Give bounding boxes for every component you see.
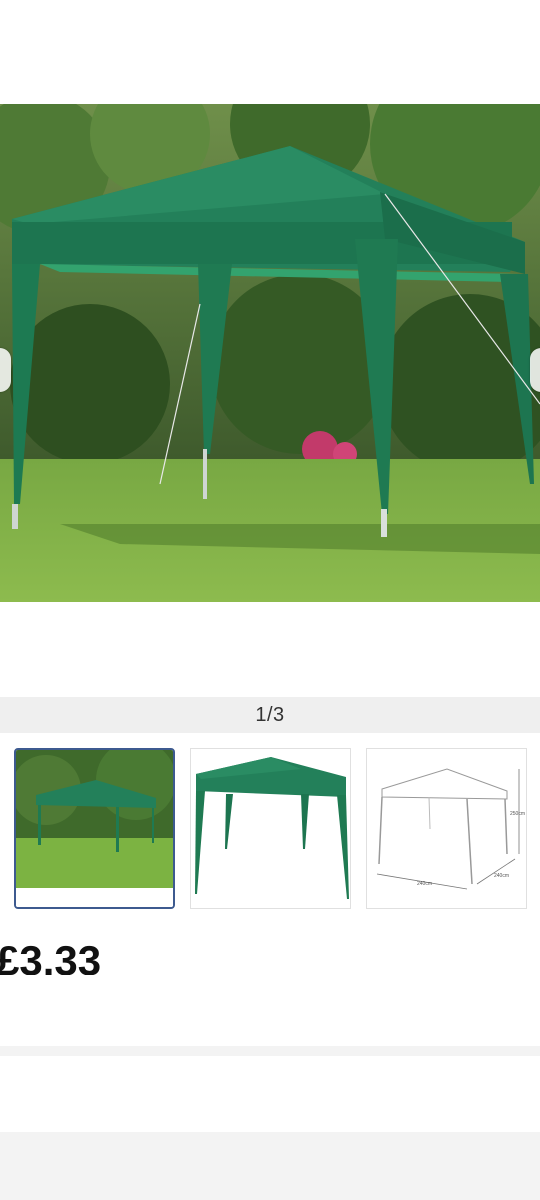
product-main-image[interactable] [0, 104, 540, 602]
thumbnail-strip: 240cm 240cm 250cm [0, 748, 540, 913]
image-counter-bar: 1/3 [0, 697, 540, 733]
image-counter: 1/3 [255, 703, 285, 726]
dimension-height-label: 250cm [510, 811, 525, 817]
prev-image-button[interactable] [0, 348, 11, 392]
price-text: £3.33 [0, 945, 102, 975]
dimension-depth-label: 240cm [494, 873, 509, 879]
thumbnail-1[interactable] [14, 748, 175, 909]
price-clipped: £3.33 [0, 945, 160, 975]
section-divider [0, 1046, 540, 1056]
next-image-button[interactable] [530, 348, 540, 392]
thumbnail-2[interactable] [190, 748, 351, 909]
thumbnail-3-dimensions[interactable]: 240cm 240cm 250cm [366, 748, 527, 909]
bottom-section-placeholder [0, 1132, 540, 1200]
dimension-width-label: 240cm [417, 881, 432, 887]
